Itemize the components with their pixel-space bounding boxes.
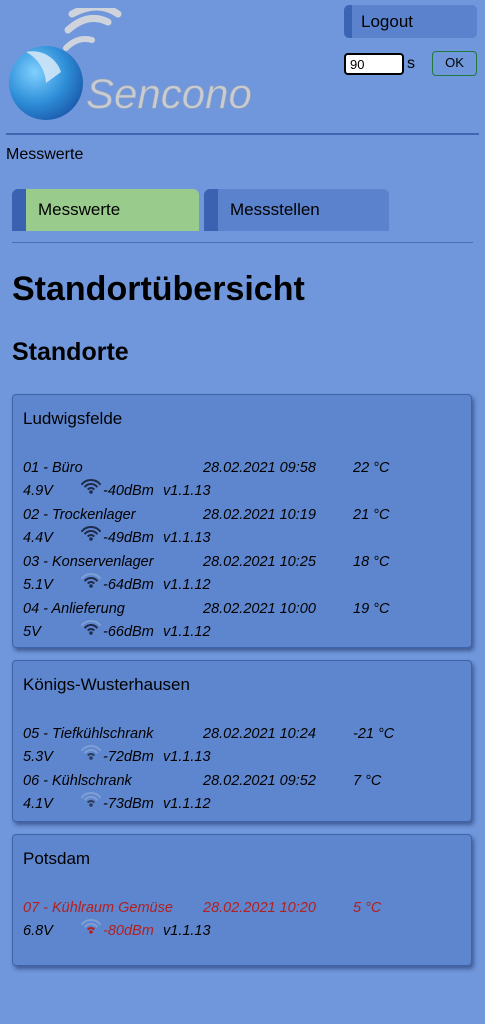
sensor-signal: -40dBm — [103, 483, 154, 499]
sensor-name: 05 - Tiefkühlschrank — [23, 726, 154, 742]
sensor-firmware-version: v1.1.12 — [163, 577, 211, 593]
sensor-name: 01 - Büro — [23, 460, 83, 476]
wifi-weak-icon — [80, 744, 102, 760]
sensor-firmware-version: v1.1.13 — [163, 483, 211, 499]
sensor-signal: -72dBm — [103, 749, 154, 765]
ok-button[interactable]: OK — [432, 51, 477, 76]
sensor-row[interactable]: 02 - Trockenlager 28.02.2021 10:19 21 °C — [23, 506, 463, 524]
sensor-status-row: 6.8V -80dBm v1.1.13 — [23, 919, 463, 940]
logout-button[interactable]: Logout — [344, 5, 477, 38]
sensor-voltage: 5V — [23, 624, 41, 640]
sensor-temperature: 19 °C — [353, 601, 390, 617]
sensor-status-row: 4.4V -49dBm v1.1.13 — [23, 526, 463, 547]
logo-wordmark: Sencono — [86, 70, 252, 117]
page-title: Standortübersicht — [12, 270, 305, 308]
sensor-status-row: 5.3V -72dBm v1.1.13 — [23, 745, 463, 766]
wifi-medium-icon — [80, 572, 102, 588]
sensor-firmware-version: v1.1.13 — [163, 923, 211, 939]
sensor-voltage: 4.1V — [23, 796, 53, 812]
sensor-timestamp: 28.02.2021 09:52 — [203, 773, 316, 789]
location-name: Königs-Wusterhausen — [23, 675, 190, 694]
sensor-voltage: 4.9V — [23, 483, 53, 499]
sensor-timestamp: 28.02.2021 10:25 — [203, 554, 316, 570]
sensor-timestamp: 28.02.2021 10:24 — [203, 726, 316, 742]
sensor-row[interactable]: 03 - Konservenlager 28.02.2021 10:25 18 °C — [23, 553, 463, 571]
sensor-row[interactable]: 07 - Kühlraum Gemüse 28.02.2021 10:20 5 °C — [23, 899, 463, 917]
timeout-unit-label: s — [407, 55, 415, 72]
sensor-temperature: 22 °C — [353, 460, 390, 476]
section-title: Standorte — [12, 338, 129, 366]
location-name: Ludwigsfelde — [23, 409, 123, 428]
tab-messwerte[interactable]: Messwerte — [12, 189, 199, 231]
timeout-input[interactable] — [344, 53, 404, 75]
sensor-row[interactable]: 05 - Tiefkühlschrank 28.02.2021 10:24 -21 … — [23, 725, 463, 743]
sensor-temperature: -21 °C — [353, 726, 395, 742]
sensor-name: 07 - Kühlraum Gemüse — [23, 900, 173, 916]
sensor-status-row: 4.9V -40dBm v1.1.13 — [23, 479, 463, 500]
sensor-voltage: 5.3V — [23, 749, 53, 765]
sensor-temperature: 5 °C — [353, 900, 382, 916]
sensor-name: 04 - Anlieferung — [23, 601, 125, 617]
sensor-firmware-version: v1.1.13 — [163, 749, 211, 765]
sensor-signal: -80dBm — [103, 923, 154, 939]
sensor-signal: -64dBm — [103, 577, 154, 593]
wifi-alert-icon — [80, 918, 102, 934]
location-card: Ludwigsfelde 01 - Büro 28.02.2021 09:58 22 … — [12, 394, 472, 648]
sencono-logo: Sencono — [6, 3, 271, 123]
location-card: Potsdam 07 - Kühlraum Gemüse 28.02.2021 10… — [12, 834, 472, 966]
sensor-signal: -66dBm — [103, 624, 154, 640]
sensor-voltage: 6.8V — [23, 923, 53, 939]
sensor-firmware-version: v1.1.13 — [163, 530, 211, 546]
breadcrumb: Messwerte — [6, 146, 84, 163]
sensor-firmware-version: v1.1.12 — [163, 796, 211, 812]
sensor-name: 03 - Konservenlager — [23, 554, 154, 570]
wifi-medium-icon — [80, 619, 102, 635]
sensor-timestamp: 28.02.2021 10:00 — [203, 601, 316, 617]
sensor-status-row: 5.1V -64dBm v1.1.12 — [23, 573, 463, 594]
sensor-timestamp: 28.02.2021 09:58 — [203, 460, 316, 476]
sensor-name: 06 - Kühlschrank — [23, 773, 132, 789]
wifi-weak-icon — [80, 791, 102, 807]
tab-messstellen[interactable]: Messstellen — [204, 189, 389, 231]
sensor-voltage: 4.4V — [23, 530, 53, 546]
sensor-temperature: 7 °C — [353, 773, 382, 789]
sensor-voltage: 5.1V — [23, 577, 53, 593]
header-divider — [6, 133, 479, 135]
sensor-timestamp: 28.02.2021 10:19 — [203, 507, 316, 523]
sensor-status-row: 5V -66dBm v1.1.12 — [23, 620, 463, 641]
sensor-temperature: 21 °C — [353, 507, 390, 523]
sensor-row[interactable]: 06 - Kühlschrank 28.02.2021 09:52 7 °C — [23, 772, 463, 790]
sensor-status-row: 4.1V -73dBm v1.1.12 — [23, 792, 463, 813]
sensor-firmware-version: v1.1.12 — [163, 624, 211, 640]
location-name: Potsdam — [23, 849, 91, 868]
wifi-strong-icon — [80, 478, 102, 494]
wifi-strong-icon — [80, 525, 102, 541]
sensor-row[interactable]: 04 - Anlieferung 28.02.2021 10:00 19 °C — [23, 600, 463, 618]
sensor-timestamp: 28.02.2021 10:20 — [203, 900, 316, 916]
tabs-divider — [12, 242, 473, 243]
sensor-signal: -49dBm — [103, 530, 154, 546]
sensor-signal: -73dBm — [103, 796, 154, 812]
location-card: Königs-Wusterhausen 05 - Tiefkühlschrank 2… — [12, 660, 472, 822]
sensor-name: 02 - Trockenlager — [23, 507, 136, 523]
sensor-row[interactable]: 01 - Büro 28.02.2021 09:58 22 °C — [23, 459, 463, 477]
sensor-temperature: 18 °C — [353, 554, 390, 570]
